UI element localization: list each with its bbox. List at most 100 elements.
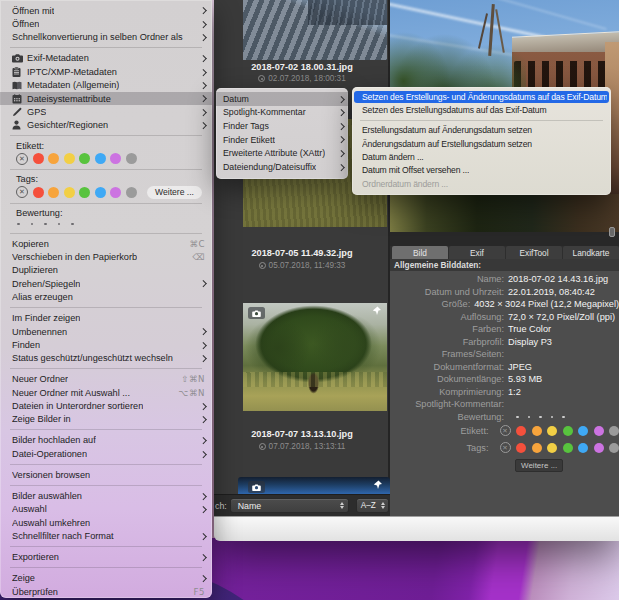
submenu-item-spotlight-kommentar[interactable]: Spotlight-Kommentar — [216, 106, 348, 120]
tags-color-dot[interactable] — [547, 443, 557, 453]
menu-item-auswahl[interactable]: Auswahl — [0, 503, 212, 516]
menu-item-neuer-ordner-mit-auswahl[interactable]: Neuer Ordner mit Auswahl ...⌥⌘N — [0, 386, 212, 399]
menu-item-zeige-bilder-in[interactable]: Zeige Bilder in — [0, 413, 212, 426]
submenu-item-setzen-des-erstellungs-und-aenderungsdatums-auf-das-exif-datum[interactable]: Setzen des Erstellungs- und Änderungsdat… — [352, 90, 611, 103]
submenu-item-dateiendung-dateisuffix[interactable]: Dateiendung/Dateisuffix — [216, 160, 348, 174]
info-row-name: Name:2018-07-02 14.43.16.jpg — [390, 273, 619, 286]
menu-item-kopieren[interactable]: Kopieren⌘C — [0, 237, 212, 250]
rating-dot[interactable] — [562, 416, 565, 419]
submenu-item-aenderungsdatum-auf-erstellungsdatum-setzen[interactable]: Änderungsdatum auf Erstellungsdatum setz… — [352, 137, 611, 150]
submenu-item-erweiterte-attribute-xattr[interactable]: Erweiterte Attribute (XAttr) — [216, 146, 348, 160]
etikett-color-dot[interactable] — [126, 153, 137, 164]
menu-item-versionen-browsen[interactable]: Versionen browsen — [0, 468, 212, 481]
menu-item-umbenennen[interactable]: Umbenennen — [0, 325, 212, 338]
menu-item-zeige[interactable]: Zeige — [0, 572, 212, 585]
menu-item-neuer-ordner[interactable]: Neuer Ordner⇧⌘N — [0, 373, 212, 386]
menu-item-auswahl-umkehren[interactable]: Auswahl umkehren — [0, 516, 212, 529]
menu-item-alias-erzeugen[interactable]: Alias erzeugen — [0, 290, 212, 303]
tags-color-dot[interactable] — [95, 187, 106, 198]
menu-item-bilder-auswaehlen[interactable]: Bilder auswählen — [0, 489, 212, 502]
tab-exif[interactable]: Exif — [449, 246, 505, 259]
thumbnail-image[interactable] — [243, 303, 387, 411]
etikett-color-dot[interactable] — [33, 153, 44, 164]
submenu-item-datum-aendern[interactable]: Datum ändern ... — [352, 150, 611, 163]
tags-color-dot[interactable] — [532, 443, 542, 453]
tab-landkarte[interactable]: Landkarte — [563, 246, 619, 259]
submenu-item-finder-etikett[interactable]: Finder Etikett — [216, 133, 348, 147]
etikett-color-dot[interactable] — [48, 153, 59, 164]
menu-item-iptc-xmp-metadaten[interactable]: IPTC/XMP-Metadaten — [0, 65, 212, 78]
sort-by-popup[interactable]: Name — [230, 498, 349, 513]
etikett-color-dot[interactable] — [532, 426, 542, 436]
menu-item-bilder-hochladen-auf[interactable]: Bilder hochladen auf — [0, 434, 212, 447]
menu-item-dateisystemattribute[interactable]: Dateisystemattribute — [0, 92, 212, 105]
etikett-color-dot[interactable] — [95, 153, 106, 164]
tags-color-dot[interactable] — [126, 187, 137, 198]
tab-exiftool[interactable]: ExifTool — [506, 246, 562, 259]
rating-dot[interactable] — [539, 416, 542, 419]
more-tags-button[interactable]: Weitere ... — [147, 186, 202, 199]
menu-item-dateien-in-unterordner-sortieren[interactable]: Dateien in Unterordner sortieren — [0, 399, 212, 412]
menu-item-datei-operationen[interactable]: Datei-Operationen — [0, 447, 212, 460]
submenu-item-datum[interactable]: Datum — [216, 92, 348, 106]
etikett-color-dot[interactable] — [79, 153, 90, 164]
clear-tags-button[interactable]: ✕ — [500, 442, 511, 453]
tags-color-dot[interactable] — [578, 443, 588, 453]
menu-item-schnellkonvertierung-in-selben-ordner-als[interactable]: Schnellkonvertierung in selben Ordner al… — [0, 31, 212, 44]
etikett-color-dot[interactable] — [563, 426, 573, 436]
menu-item-finden[interactable]: Finden — [0, 338, 212, 351]
menu-item-oeffnen-mit[interactable]: Öffnen mit — [0, 4, 212, 17]
rating-dot[interactable] — [31, 223, 34, 226]
tags-color-dot[interactable] — [64, 187, 75, 198]
etikett-color-dot[interactable] — [578, 426, 588, 436]
tags-color-dot[interactable] — [110, 187, 121, 198]
etikett-color-dot[interactable] — [64, 153, 75, 164]
sort-order-popup[interactable]: A–Z — [356, 498, 389, 513]
thumbnail-selected[interactable] — [238, 477, 390, 494]
more-tags-button[interactable]: Weitere ... — [515, 459, 563, 472]
tags-color-dot[interactable] — [33, 187, 44, 198]
etikett-color-dot[interactable] — [516, 426, 526, 436]
rating-dot[interactable] — [516, 416, 519, 419]
tags-color-dot[interactable] — [563, 443, 573, 453]
menu-item-gesichter-regionen[interactable]: Gesichter/Regionen — [0, 119, 212, 132]
clear-etikett-button[interactable]: ✕ — [16, 153, 28, 165]
thumbnail-image[interactable] — [243, 0, 387, 60]
tags-color-dot[interactable] — [609, 443, 619, 453]
rating-dot[interactable] — [58, 223, 61, 226]
tags-color-dot[interactable] — [79, 187, 90, 198]
menu-item-oeffnen[interactable]: Öffnen — [0, 17, 212, 30]
menu-item-gps[interactable]: GPS — [0, 105, 212, 118]
rating-dot[interactable] — [551, 416, 554, 419]
tags-color-dot[interactable] — [48, 187, 59, 198]
rating-dot[interactable] — [44, 223, 47, 226]
rating-dot[interactable] — [17, 223, 20, 226]
submenu-item-setzen-des-erstellungsdatums-auf-das-exif-datum[interactable]: Setzen des Erstellungsdatums auf das Exi… — [352, 103, 611, 116]
etikett-color-dot[interactable] — [110, 153, 121, 164]
menu-item-exif-metadaten[interactable]: Exif-Metadaten — [0, 52, 212, 65]
tags-color-dot[interactable] — [516, 443, 526, 453]
menu-rating-dots[interactable] — [0, 219, 212, 229]
info-rating-dots[interactable] — [508, 416, 565, 419]
menu-item-exportieren[interactable]: Exportieren — [0, 551, 212, 564]
submenu-item-erstellungsdatum-auf-aenderungsdatum-setzen[interactable]: Erstellungsdatum auf Änderungsdatum setz… — [352, 124, 611, 137]
clear-tags-button[interactable]: ✕ — [16, 186, 28, 198]
etikett-color-dot[interactable] — [594, 426, 604, 436]
rating-dot[interactable] — [528, 416, 531, 419]
etikett-color-dot[interactable] — [609, 426, 619, 436]
submenu-item-datum-mit-offset-versehen[interactable]: Datum mit Offset versehen ... — [352, 164, 611, 177]
menu-item-drehen-spiegeln[interactable]: Drehen/Spiegeln — [0, 277, 212, 290]
menu-item-verschieben-in-den-papierkorb[interactable]: Verschieben in den Papierkorb⌫ — [0, 250, 212, 263]
menu-item-metadaten-allgemein[interactable]: Metadaten (Allgemein) — [0, 79, 212, 92]
menu-item-im-finder-zeigen[interactable]: Im Finder zeigen — [0, 312, 212, 325]
menu-item-ueberpruefen[interactable]: ÜberprüfenF5 — [0, 585, 212, 598]
menu-item-duplizieren[interactable]: Duplizieren — [0, 264, 212, 277]
etikett-color-dot[interactable] — [547, 426, 557, 436]
menu-item-status-geschuetzt-ungeschuetzt-wechseln[interactable]: Status geschützt/ungeschützt wechseln — [0, 352, 212, 365]
menu-item-schnellfilter-nach-format[interactable]: Schnellfilter nach Format — [0, 529, 212, 542]
tab-bild[interactable]: Bild — [392, 246, 448, 259]
tags-color-dot[interactable] — [594, 443, 604, 453]
submenu-item-finder-tags[interactable]: Finder Tags — [216, 119, 348, 133]
rating-dot[interactable] — [71, 223, 74, 226]
clear-etikett-button[interactable]: ✕ — [500, 425, 511, 436]
